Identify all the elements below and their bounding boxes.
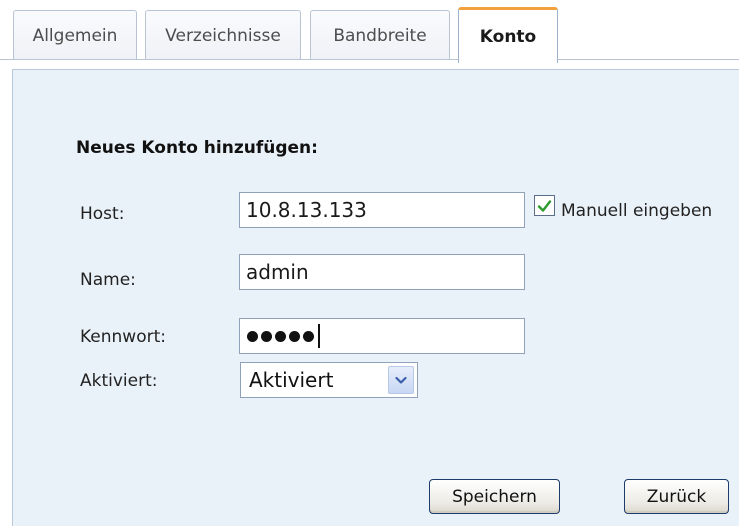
name-input[interactable]: admin (239, 254, 525, 290)
tab-allgemein[interactable]: Allgemein (13, 10, 137, 60)
tab-verzeichnisse[interactable]: Verzeichnisse (145, 10, 301, 60)
account-settings-dialog: Allgemein Verzeichnisse Bandbreite Konto… (0, 0, 739, 526)
activated-label: Aktiviert: (80, 371, 158, 391)
back-button[interactable]: Zurück (624, 479, 729, 514)
dropdown-button[interactable] (388, 366, 414, 394)
tab-strip-divider (0, 59, 739, 60)
password-dot (275, 330, 286, 342)
tab-bandbreite[interactable]: Bandbreite (310, 10, 450, 60)
host-input[interactable]: 10.8.13.133 (239, 192, 525, 228)
section-title: Neues Konto hinzufügen: (76, 138, 318, 158)
activated-value: Aktiviert (249, 368, 334, 392)
activated-select[interactable]: Aktiviert (240, 362, 418, 398)
host-value: 10.8.13.133 (246, 198, 367, 222)
password-dot (289, 330, 300, 342)
checkmark-icon (537, 199, 552, 212)
password-mask (247, 320, 320, 352)
manual-entry-label: Manuell eingeben (561, 201, 713, 221)
text-caret (318, 324, 320, 348)
chevron-down-icon (395, 376, 407, 384)
tab-konto[interactable]: Konto (458, 7, 558, 63)
name-value: admin (246, 260, 309, 284)
password-dot (303, 330, 314, 342)
name-label: Name: (80, 270, 136, 290)
save-button[interactable]: Speichern (429, 479, 560, 514)
manual-entry-checkbox[interactable] (534, 195, 555, 216)
password-dot (247, 330, 258, 342)
password-dot (261, 330, 272, 342)
host-label: Host: (80, 204, 125, 224)
password-label: Kennwort: (80, 327, 166, 347)
